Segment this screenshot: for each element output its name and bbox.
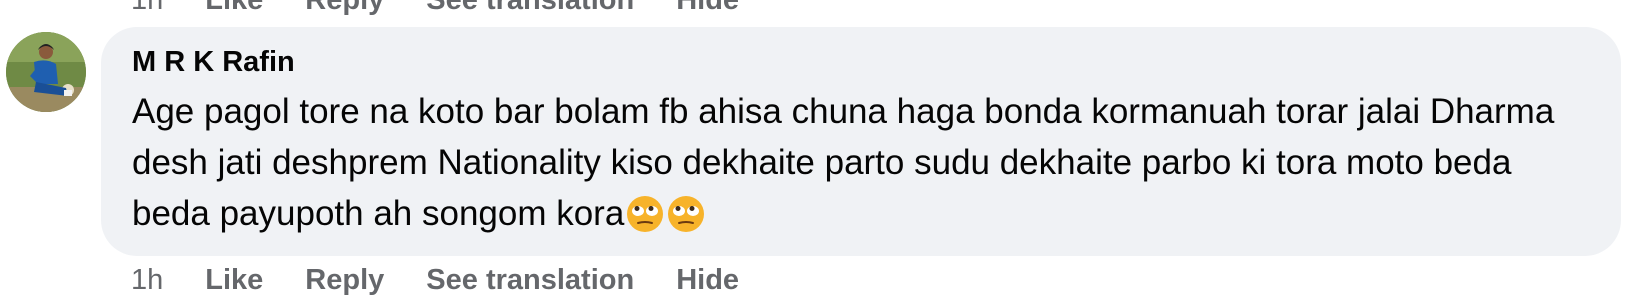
comment-actions: 1h Like Reply See translation Hide	[131, 262, 781, 298]
reply-button[interactable]: Reply	[305, 262, 384, 298]
previous-like-button[interactable]: Like	[205, 0, 263, 17]
comment-bubble: M R K Rafin Age pagol tore na koto bar b…	[101, 27, 1621, 256]
like-button[interactable]: Like	[205, 262, 263, 298]
comment-body: Age pagol tore na koto bar bolam fb ahis…	[132, 86, 1591, 239]
previous-comment-actions: 1h Like Reply See translation Hide	[131, 0, 781, 17]
hide-button[interactable]: Hide	[676, 262, 739, 298]
avatar-image	[6, 32, 86, 112]
face-with-rolling-eyes-emoji	[627, 196, 664, 232]
comment-text: Age pagol tore na koto bar bolam fb ahis…	[132, 92, 1555, 233]
comment-thread: 1h Like Reply See translation Hide M R K…	[0, 0, 1650, 300]
comment-timestamp[interactable]: 1h	[131, 262, 163, 298]
avatar[interactable]	[6, 32, 86, 112]
previous-see-translation-button[interactable]: See translation	[426, 0, 634, 17]
face-with-rolling-eyes-emoji	[668, 196, 705, 232]
previous-hide-button[interactable]: Hide	[676, 0, 739, 17]
previous-comment-time: 1h	[131, 0, 164, 16]
comment-author[interactable]: M R K Rafin	[132, 44, 1591, 80]
previous-reply-button[interactable]: Reply	[305, 0, 384, 17]
see-translation-button[interactable]: See translation	[426, 262, 634, 298]
